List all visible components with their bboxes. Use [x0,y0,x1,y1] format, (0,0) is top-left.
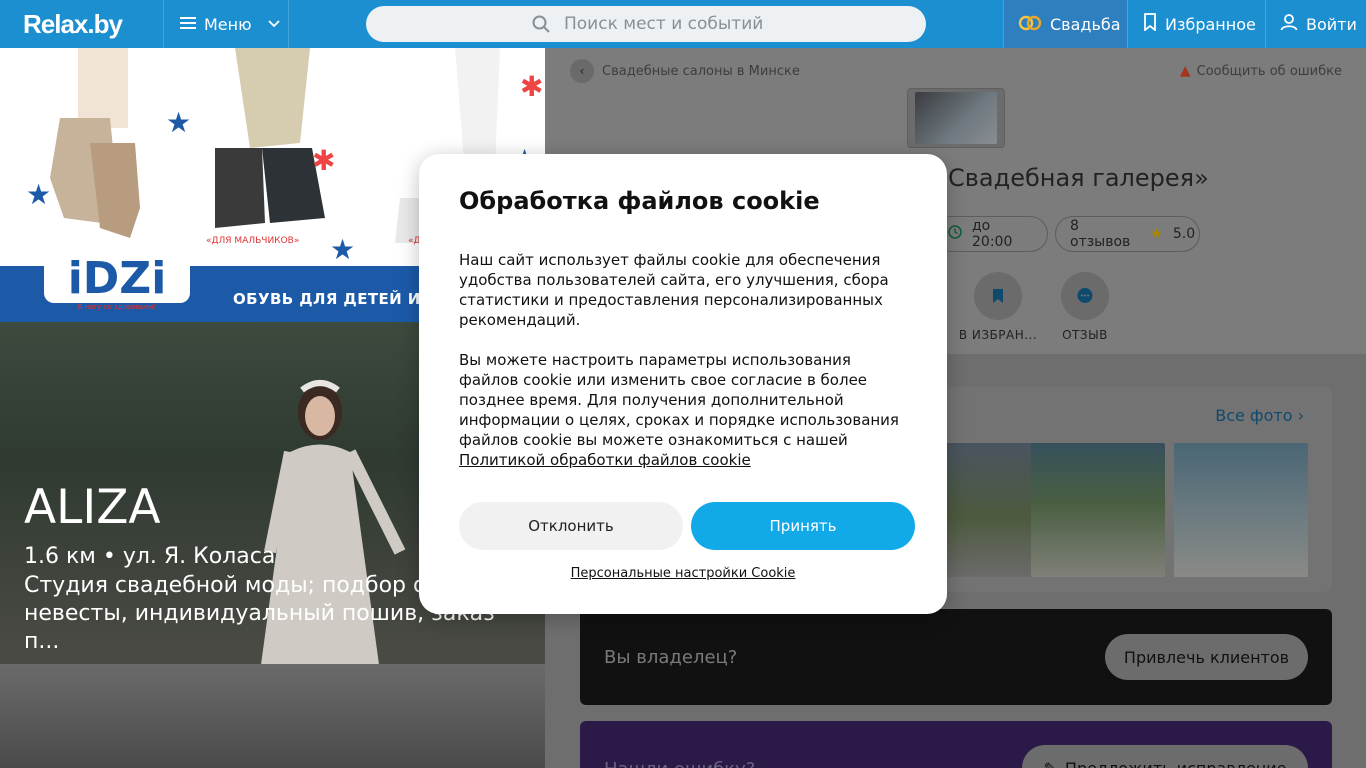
wedding-link[interactable]: Свадьба [1003,0,1127,48]
cookie-policy-link[interactable]: Политикой обработки файлов cookie [459,451,751,469]
ad-brand-logo: iDZi iDZi В ногу со здоровьем! [44,249,190,311]
venue-thumbnail[interactable] [907,88,1005,148]
star-decor-icon: ★ [166,106,192,139]
venue-thumbnail-image [915,92,997,144]
wedding-label: Свадьба [1050,14,1121,34]
star-decor-icon: ★ [330,233,356,266]
venue-title: Свадебная галерея» [948,164,1209,192]
write-review-button[interactable]: ОТЗЫВ [1040,272,1130,342]
attract-clients-button[interactable]: Привлечь клиентов [1105,634,1308,680]
user-icon [1280,13,1298,35]
pencil-icon: ✎ [1043,758,1057,768]
rings-icon [1018,13,1042,35]
suggest-fix-label: Предложить исправление [1064,758,1287,768]
ad-headline: ОБУВЬ ДЛЯ ДЕТЕЙ И П [233,290,440,308]
search-placeholder: Поиск мест и событий [564,14,764,34]
cookie-text-details-body: Вы можете настроить параметры использова… [459,351,899,449]
hours-label: до 20:00 [972,218,1013,250]
login-link[interactable]: Войти [1265,0,1366,48]
all-photos-label: Все фото [1215,406,1293,425]
reviews-label: 8 отзывов [1070,218,1131,250]
ad-tag-boys: «ДЛЯ МАЛЬЧИКОВ» [206,236,300,246]
report-error-link[interactable]: ▲ Сообщить об ошибке [1180,63,1342,79]
gallery-photo[interactable] [1174,443,1308,577]
star-decor-icon: ★ [26,178,52,211]
top-header: Relax.by Меню Поиск мест и событий Свадь… [0,0,1366,48]
bookmark-icon [1143,13,1157,35]
favorites-label: Избранное [1165,14,1256,34]
accept-button[interactable]: Принять [691,502,915,550]
promo-title: ALIZA [24,480,161,535]
hamburger-icon [180,15,196,34]
favorites-link[interactable]: Избранное [1127,0,1265,48]
promo-subtitle: 1.6 км • ул. Я. Коласа [24,544,276,569]
decline-button[interactable]: Отклонить [459,502,683,550]
search-icon [532,15,550,33]
cookie-text-intro: Наш сайт использует файлы cookie для обе… [459,251,889,329]
svg-text:iDZi: iDZi [68,253,167,304]
breadcrumb-label[interactable]: Свадебные салоны в Минске [602,64,800,79]
cookie-title: Обработка файлов cookie [459,187,820,215]
cookie-dialog: Обработка файлов cookie Наш сайт использ… [419,154,947,614]
star-icon: ★ [1150,226,1163,242]
chevron-down-icon [267,17,280,31]
reviews-badge[interactable]: 8 отзывов ★ 5.0 [1055,216,1200,252]
report-label: Сообщить об ошибке [1196,63,1342,79]
suggest-fix-button[interactable]: ✎ Предложить исправление [1022,745,1308,768]
add-to-favorites-button[interactable]: В ИЗБРАН... [953,272,1043,342]
action-save-label: В ИЗБРАН... [958,328,1038,342]
warning-icon: ▲ [1179,63,1191,79]
header-actions: Свадьба Избранное Войти [1003,0,1366,48]
rating-value: 5.0 [1172,226,1196,242]
site-logo[interactable]: Relax.by [23,9,123,40]
personal-cookie-settings-link[interactable]: Персональные настройки Cookie [419,566,947,581]
error-question: Нашли ошибку? [604,759,755,768]
all-photos-link[interactable]: Все фото › [1215,406,1304,425]
owner-card: Вы владелец? Привлечь клиентов [580,609,1332,705]
hours-badge[interactable]: до 20:00 [933,216,1048,252]
search-input[interactable]: Поиск мест и событий [366,6,926,42]
chat-icon [1061,272,1109,320]
chevron-left-icon[interactable]: ‹ [570,59,594,83]
left-bottom-area [0,664,545,768]
menu-button[interactable]: Меню [163,0,289,48]
clock-icon [948,225,962,243]
suggest-fix-card: Нашли ошибку? ✎ Предложить исправление [580,721,1332,768]
login-label: Войти [1306,14,1357,34]
gallery-photo[interactable] [1031,443,1165,577]
chevron-right-icon: › [1297,406,1304,425]
star-decor-icon: ✱ [312,144,336,177]
owner-question: Вы владелец? [604,647,738,668]
action-review-label: ОТЗЫВ [1062,328,1108,342]
breadcrumb[interactable]: ‹ Свадебные салоны в Минске [570,59,800,83]
bookmark-icon [974,272,1022,320]
star-decor-icon: ✱ [520,70,544,103]
menu-label: Меню [204,14,252,34]
svg-text:В ногу со здоровьем!: В ногу со здоровьем! [78,303,157,311]
cookie-text-details: Вы можете настроить параметры использова… [459,350,914,470]
